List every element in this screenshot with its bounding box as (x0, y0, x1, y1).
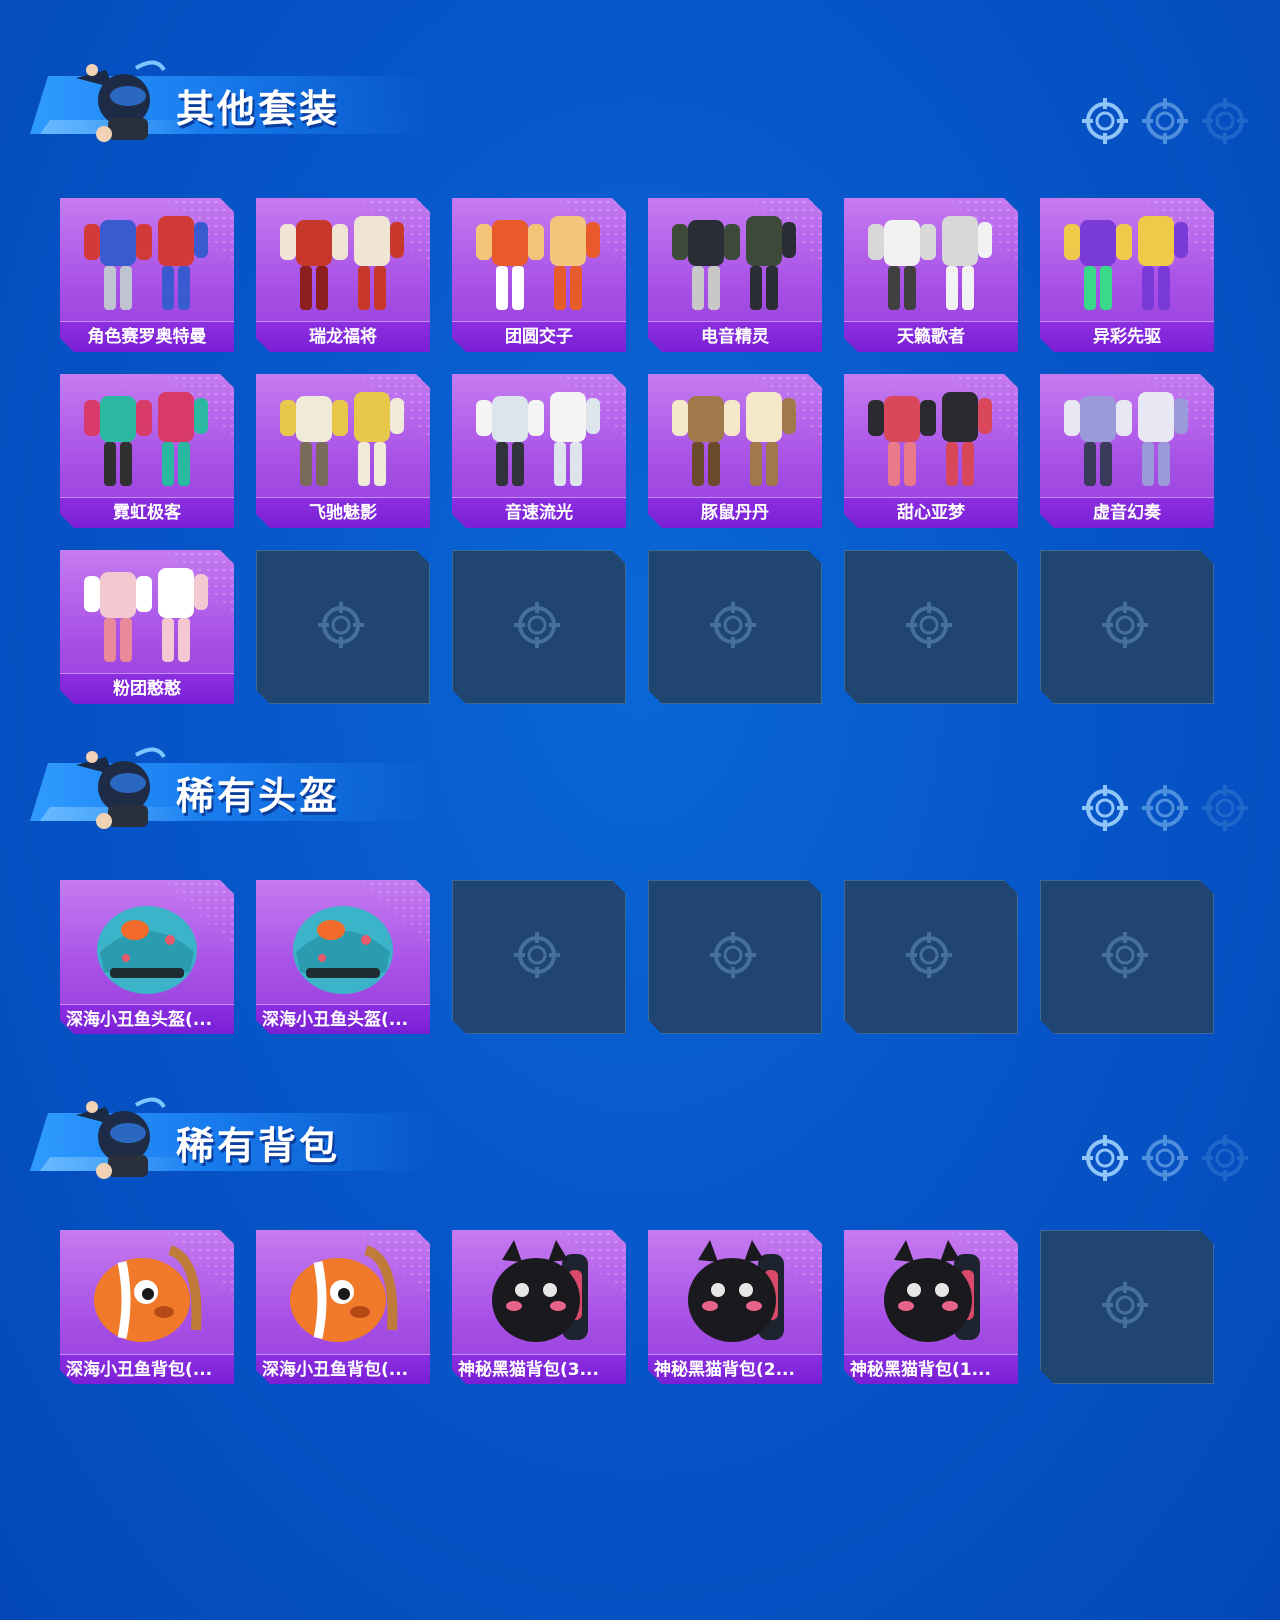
item-label: 瑞龙福将 (256, 321, 430, 352)
item-card[interactable]: 粉团憨憨 (60, 550, 234, 704)
empty-slot (844, 550, 1018, 704)
suit-white-icon (844, 198, 1018, 322)
item-label: 天籁歌者 (844, 321, 1018, 352)
item-label: 虚音幻奏 (1040, 497, 1214, 528)
item-card[interactable]: 神秘黑猫背包(3... (452, 1230, 626, 1384)
section-header: 其他套装 (30, 48, 450, 158)
item-card[interactable]: 异彩先驱 (1040, 198, 1214, 352)
crosshair-icon (1202, 98, 1248, 144)
crosshair-icon (318, 602, 368, 652)
suit-red-icon (256, 198, 430, 322)
empty-slot (256, 550, 430, 704)
item-label: 神秘黑猫背包(3... (452, 1354, 626, 1384)
mascot-icon (66, 735, 176, 845)
backpack-clownfish-icon (60, 1230, 234, 1354)
item-card[interactable]: 飞驰魅影 (256, 374, 430, 528)
crosshair-icon (1142, 1135, 1188, 1181)
item-card[interactable]: 神秘黑猫背包(2... (648, 1230, 822, 1384)
suit-orange-icon (452, 198, 626, 322)
item-card[interactable]: 深海小丑鱼头盔(... (60, 880, 234, 1034)
item-label: 飞驰魅影 (256, 497, 430, 528)
item-label: 音速流光 (452, 497, 626, 528)
item-label: 深海小丑鱼头盔(... (256, 1004, 430, 1034)
item-card[interactable]: 霓虹极客 (60, 374, 234, 528)
crosshair-icon (906, 602, 956, 652)
crosshair-icon (710, 602, 760, 652)
suit-hero-icon (60, 198, 234, 322)
item-card[interactable]: 甜心亚梦 (844, 374, 1018, 528)
item-card[interactable]: 角色赛罗奥特曼 (60, 198, 234, 352)
item-card[interactable]: 瑞龙福将 (256, 198, 430, 352)
backpack-clownfish-2-icon (256, 1230, 430, 1354)
item-label: 团圆交子 (452, 321, 626, 352)
item-card[interactable]: 音速流光 (452, 374, 626, 528)
crosshair-icon (1082, 1135, 1128, 1181)
suit-pink-black-icon (844, 374, 1018, 498)
crosshair-icon (710, 932, 760, 982)
item-label: 角色赛罗奥特曼 (60, 321, 234, 352)
suit-lavender-icon (1040, 374, 1214, 498)
item-card[interactable]: 虚音幻奏 (1040, 374, 1214, 528)
item-card[interactable]: 豚鼠丹丹 (648, 374, 822, 528)
suit-cream-icon (256, 374, 430, 498)
item-label: 甜心亚梦 (844, 497, 1018, 528)
suit-brown-icon (648, 374, 822, 498)
empty-slot (452, 880, 626, 1034)
suit-pink-icon (60, 550, 234, 674)
section-header: 稀有头盔 (30, 735, 450, 845)
item-card[interactable]: 深海小丑鱼头盔(... (256, 880, 430, 1034)
crosshair-icon (1142, 785, 1188, 831)
section-title: 其他套装 (176, 87, 341, 131)
item-card[interactable]: 神秘黑猫背包(1... (844, 1230, 1018, 1384)
item-label: 粉团憨憨 (60, 673, 234, 704)
empty-slot (648, 550, 822, 704)
crosshair-icon (906, 932, 956, 982)
helmet-clownfish-2-icon (256, 880, 430, 1004)
mascot-icon (66, 1085, 176, 1195)
helmet-clownfish-icon (60, 880, 234, 1004)
crosshair-icon (1202, 785, 1248, 831)
empty-slot (1040, 880, 1214, 1034)
item-label: 深海小丑鱼头盔(... (60, 1004, 234, 1034)
item-label: 异彩先驱 (1040, 321, 1214, 352)
item-label: 霓虹极客 (60, 497, 234, 528)
backpack-blackcat-icon (452, 1230, 626, 1354)
suit-dark-icon (648, 198, 822, 322)
crosshair-icon (514, 602, 564, 652)
empty-slot (1040, 1230, 1214, 1384)
crosshair-icon (1082, 98, 1128, 144)
item-label: 电音精灵 (648, 321, 822, 352)
crosshair-icon (1142, 98, 1188, 144)
empty-slot (452, 550, 626, 704)
crosshair-icon (1202, 1135, 1248, 1181)
empty-slot (1040, 550, 1214, 704)
item-card[interactable]: 天籁歌者 (844, 198, 1018, 352)
item-label: 深海小丑鱼背包(... (60, 1354, 234, 1384)
empty-slot (844, 880, 1018, 1034)
item-card[interactable]: 电音精灵 (648, 198, 822, 352)
item-label: 深海小丑鱼背包(... (256, 1354, 430, 1384)
suit-purple-icon (1040, 198, 1214, 322)
crosshair-icon (1082, 785, 1128, 831)
suit-teal-icon (60, 374, 234, 498)
item-label: 豚鼠丹丹 (648, 497, 822, 528)
item-label: 神秘黑猫背包(2... (648, 1354, 822, 1384)
backpack-blackcat-3-icon (844, 1230, 1018, 1354)
suit-silver-icon (452, 374, 626, 498)
item-card[interactable]: 团圆交子 (452, 198, 626, 352)
section-title: 稀有头盔 (176, 774, 341, 818)
item-card[interactable]: 深海小丑鱼背包(... (60, 1230, 234, 1384)
mascot-icon (66, 48, 176, 158)
backpack-blackcat-2-icon (648, 1230, 822, 1354)
item-label: 神秘黑猫背包(1... (844, 1354, 1018, 1384)
crosshair-icon (1102, 1282, 1152, 1332)
empty-slot (648, 880, 822, 1034)
crosshair-icon (1102, 932, 1152, 982)
section-header: 稀有背包 (30, 1085, 450, 1195)
crosshair-icon (514, 932, 564, 982)
section-title: 稀有背包 (176, 1124, 341, 1168)
item-card[interactable]: 深海小丑鱼背包(... (256, 1230, 430, 1384)
crosshair-icon (1102, 602, 1152, 652)
